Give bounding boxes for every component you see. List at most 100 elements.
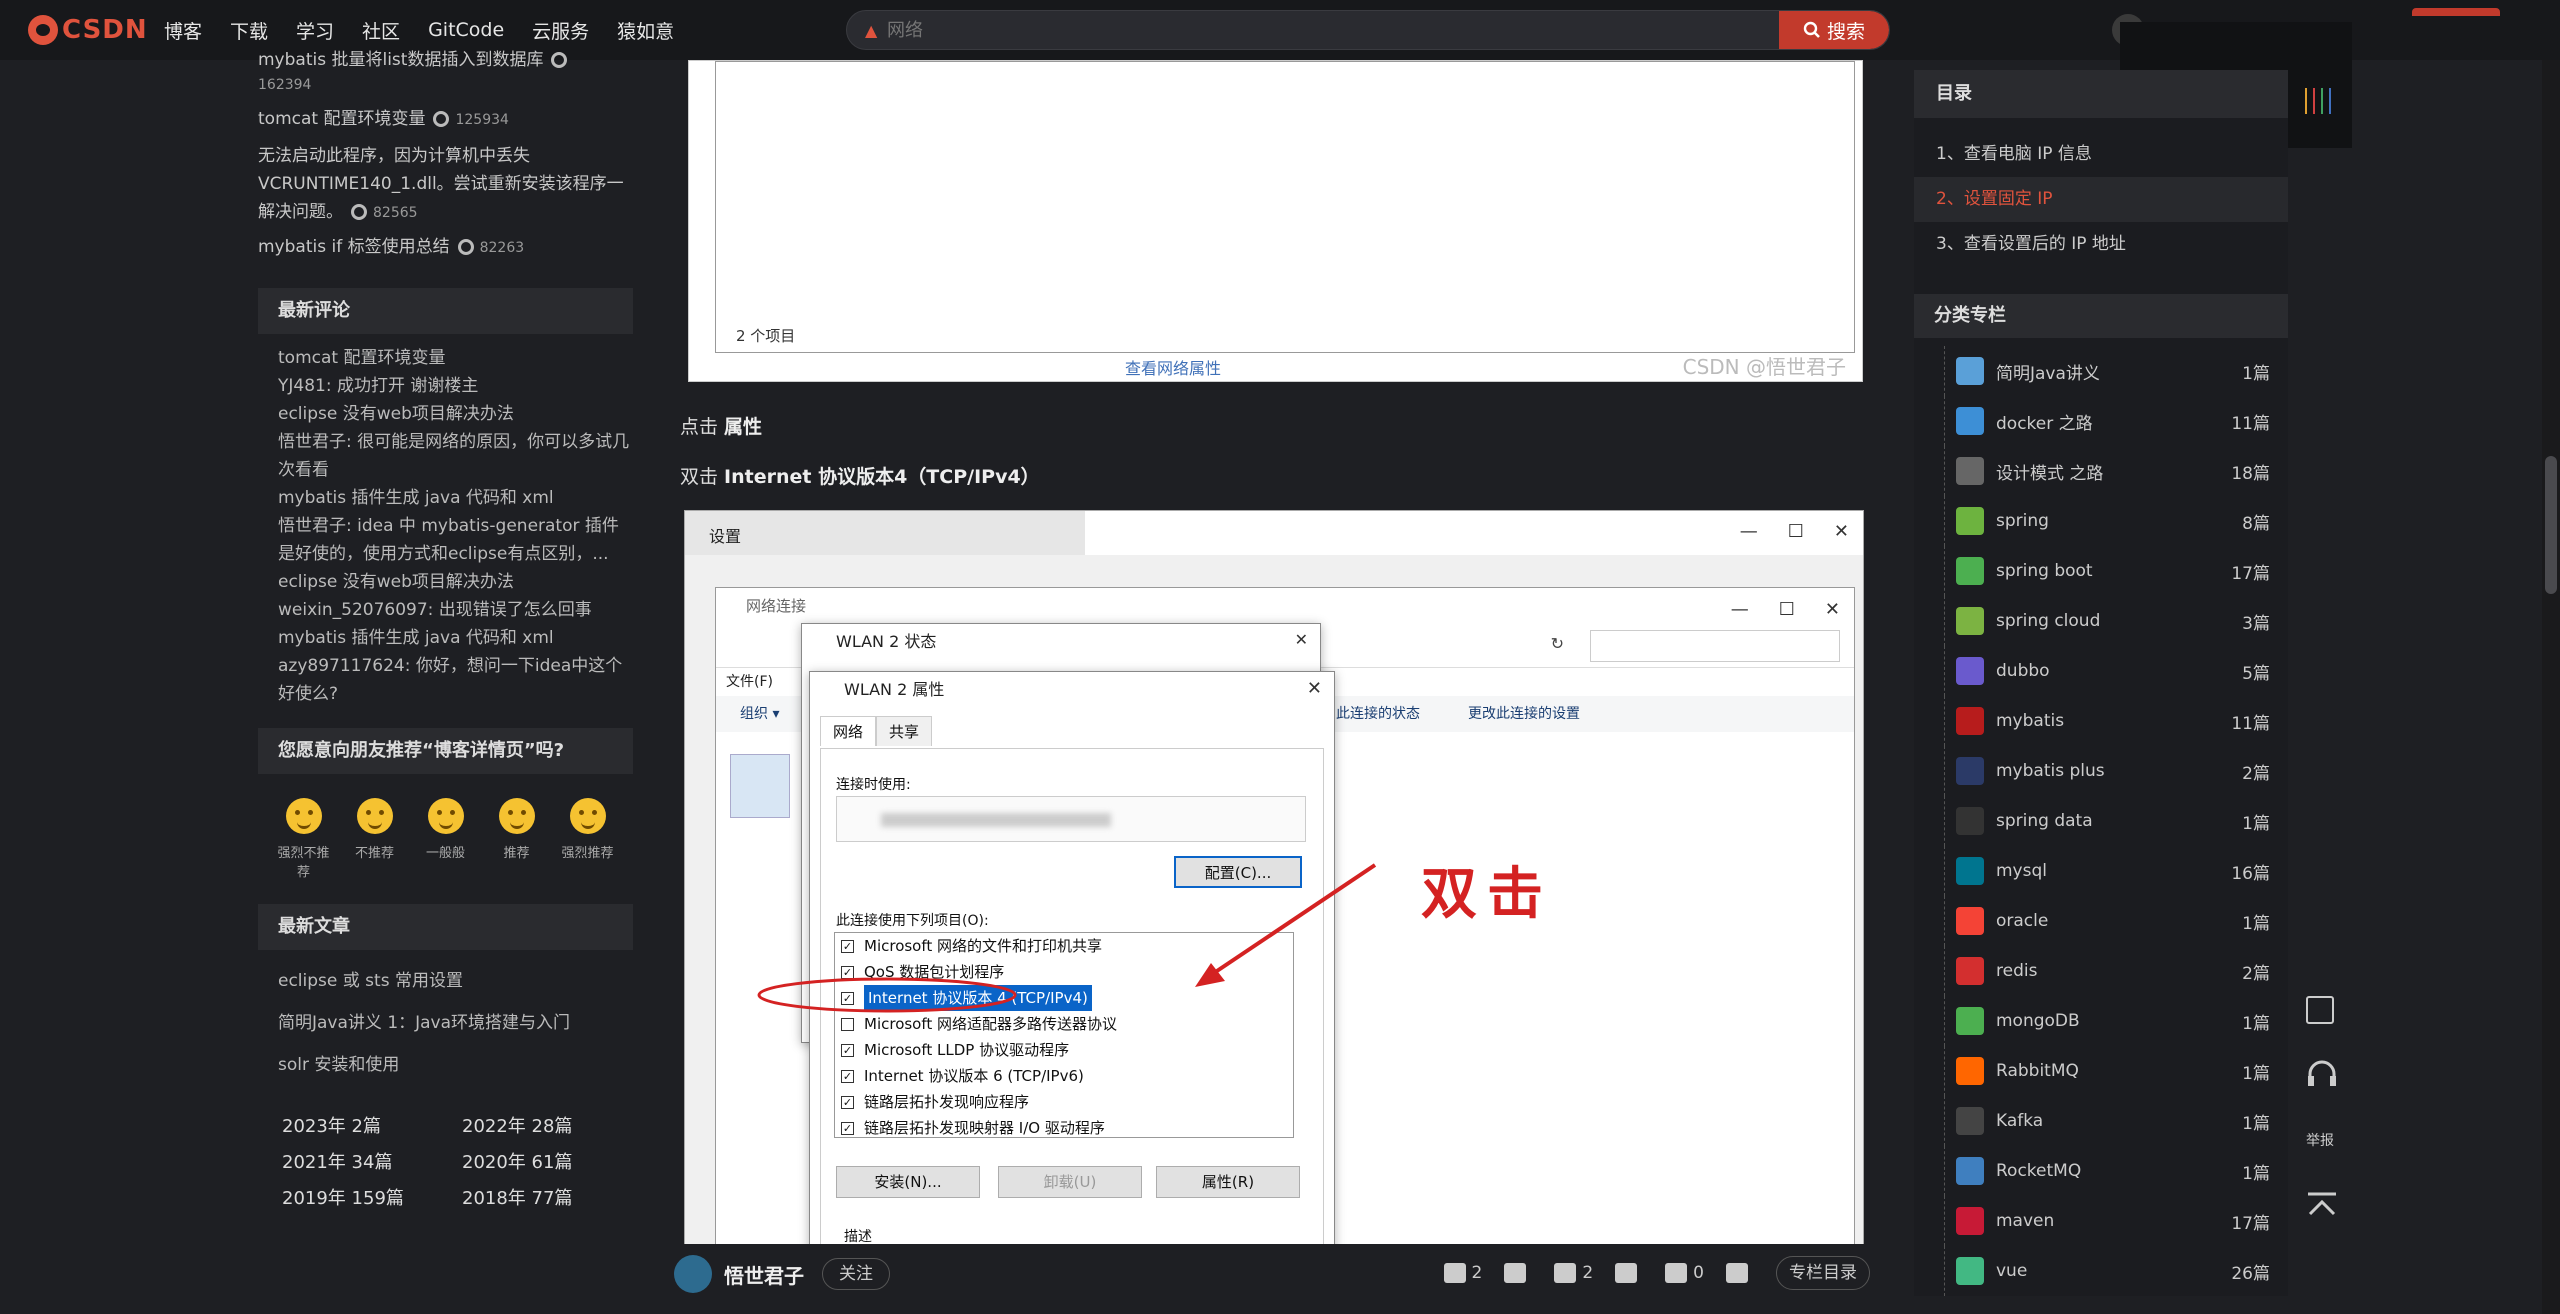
- favorite-button[interactable]: 2: [1554, 1263, 1593, 1283]
- reward-icon: [1615, 1263, 1638, 1283]
- popular-article[interactable]: mybatis 批量将list数据插入到数据库 162394: [258, 48, 633, 97]
- csdn-logo[interactable]: CSDN: [28, 14, 148, 46]
- article-title: mybatis if 标签使用总结: [258, 237, 450, 257]
- comment-item[interactable]: eclipse 没有web项目解决办法 weixin_52076097: 出现错误…: [258, 568, 633, 624]
- category-icon: [1956, 1207, 1984, 1235]
- recent-article[interactable]: 简明Java讲义 1：Java环境搭建与入门: [258, 1002, 633, 1044]
- popular-article[interactable]: 无法启动此程序，因为计算机中丢失VCRUNTIME140_1.dll。尝试重新安…: [258, 142, 633, 227]
- category-icon: [1956, 1107, 1984, 1135]
- category-item[interactable]: 设计模式 之路 18篇: [1914, 446, 2288, 496]
- category-item[interactable]: mongoDB 1篇: [1914, 996, 2288, 1046]
- category-item[interactable]: spring data 1篇: [1914, 796, 2288, 846]
- recent-article[interactable]: eclipse 或 sts 常用设置: [258, 960, 633, 1002]
- comment-text: YJ481: 成功打开 谢谢楼主: [278, 376, 479, 396]
- share-button[interactable]: [1726, 1263, 1754, 1283]
- category-item[interactable]: docker 之路 11篇: [1914, 396, 2288, 446]
- reward-button[interactable]: [1615, 1263, 1643, 1283]
- column-directory-button[interactable]: 专栏目录: [1776, 1256, 1870, 1290]
- author-avatar[interactable]: [674, 1255, 712, 1293]
- item-count: 2 个项目: [736, 327, 796, 345]
- archive-item[interactable]: 2023年 2篇: [282, 1112, 462, 1138]
- archive-item[interactable]: 2020年 61篇: [462, 1148, 642, 1174]
- nav-yuanruyi[interactable]: 猿如意: [603, 17, 688, 44]
- back-to-top-button[interactable]: [2306, 1192, 2338, 1218]
- category-name: mysql: [1996, 861, 2047, 881]
- archive-item[interactable]: 2021年 34篇: [282, 1148, 462, 1174]
- category-item[interactable]: mysql 16篇: [1914, 846, 2288, 896]
- category-item[interactable]: spring cloud 3篇: [1914, 596, 2288, 646]
- comment-item[interactable]: tomcat 配置环境变量 YJ481: 成功打开 谢谢楼主: [258, 344, 633, 400]
- category-count: 11篇: [2231, 713, 2270, 734]
- emotion-strongly-not[interactable]: 强烈不推荐: [272, 798, 336, 880]
- search-button[interactable]: 搜索: [1779, 11, 1889, 49]
- emotion-strongly-recommend[interactable]: 强烈推荐: [556, 798, 620, 880]
- category-item[interactable]: vue 26篇: [1914, 1246, 2288, 1296]
- nav-cloud[interactable]: 云服务: [518, 17, 603, 44]
- category-item[interactable]: spring 8篇: [1914, 496, 2288, 546]
- archive-item[interactable]: 2022年 28篇: [462, 1112, 642, 1138]
- toc-item[interactable]: 3、查看设置后的 IP 地址: [1914, 222, 2288, 267]
- table-of-contents: 目录 1、查看电脑 IP 信息 2、设置固定 IP 3、查看设置后的 IP 地址: [1914, 70, 2288, 300]
- scrollbar-track[interactable]: [2542, 60, 2560, 1314]
- category-count: 17篇: [2231, 563, 2270, 584]
- archive-item[interactable]: 2018年 77篇: [462, 1184, 642, 1210]
- category-icon: [1956, 1157, 1984, 1185]
- nav-gitcode[interactable]: GitCode: [414, 19, 518, 41]
- toc-item[interactable]: 1、查看电脑 IP 信息: [1914, 132, 2288, 177]
- category-name: maven: [1996, 1211, 2055, 1231]
- emotion-label: 推荐: [503, 846, 530, 861]
- report-button[interactable]: 举报: [2306, 1130, 2334, 1150]
- category-item[interactable]: RabbitMQ 1篇: [1914, 1046, 2288, 1096]
- category-count: 1篇: [2242, 1063, 2270, 1084]
- category-header: 分类专栏: [1914, 294, 2288, 338]
- toc-item-active[interactable]: 2、设置固定 IP: [1914, 177, 2288, 222]
- author-name[interactable]: 悟世君子: [724, 1260, 804, 1289]
- comment-item[interactable]: mybatis 插件生成 java 代码和 xml azy897117624: 你…: [258, 624, 633, 708]
- nav-blog[interactable]: 博客: [150, 17, 216, 44]
- category-item[interactable]: Kafka 1篇: [1914, 1096, 2288, 1146]
- comment-post: mybatis 插件生成 java 代码和 xml: [278, 488, 554, 508]
- publish-button[interactable]: [2412, 8, 2500, 16]
- category-icon: [1956, 457, 1984, 485]
- support-float-button[interactable]: [2306, 1060, 2338, 1090]
- category-item[interactable]: oracle 1篇: [1914, 896, 2288, 946]
- report-label: 举报: [2306, 1133, 2334, 1149]
- dislike-button[interactable]: [1504, 1263, 1532, 1283]
- category-item[interactable]: RocketMQ 1篇: [1914, 1146, 2288, 1196]
- category-icon: [1956, 1007, 1984, 1035]
- nav-community[interactable]: 社区: [348, 17, 414, 44]
- laugh-face-icon: [569, 798, 606, 834]
- popular-article[interactable]: tomcat 配置环境变量 125934: [258, 105, 633, 134]
- category-item[interactable]: mybatis 11篇: [1914, 696, 2288, 746]
- emotion-not[interactable]: 不推荐: [343, 798, 407, 880]
- popular-article[interactable]: mybatis if 标签使用总结 82263: [258, 233, 633, 262]
- category-item[interactable]: spring boot 17篇: [1914, 546, 2288, 596]
- emotion-neutral[interactable]: 一般般: [414, 798, 478, 880]
- nav-download[interactable]: 下载: [216, 17, 282, 44]
- eye-icon: [351, 204, 367, 220]
- archive-item[interactable]: 2019年 159篇: [282, 1184, 462, 1210]
- category-icon: [1956, 607, 1984, 635]
- comment-item[interactable]: eclipse 没有web项目解决办法 悟世君子: 很可能是网络的原因，你可以多试…: [258, 400, 633, 484]
- category-name: 简明Java讲义: [1996, 363, 2100, 384]
- search-input[interactable]: [887, 11, 1727, 49]
- category-item[interactable]: dubbo 5篇: [1914, 646, 2288, 696]
- nav-learn[interactable]: 学习: [282, 17, 348, 44]
- scrollbar-thumb[interactable]: [2545, 456, 2557, 594]
- category-item[interactable]: maven 17篇: [1914, 1196, 2288, 1246]
- comment-button[interactable]: 0: [1665, 1263, 1704, 1283]
- category-item[interactable]: redis 2篇: [1914, 946, 2288, 996]
- paragraph-click-properties: 点击 属性: [680, 412, 762, 439]
- category-item[interactable]: mybatis plus 2篇: [1914, 746, 2288, 796]
- emotion-recommend[interactable]: 推荐: [485, 798, 549, 880]
- category-item[interactable]: 简明Java讲义 1篇: [1914, 346, 2288, 396]
- category-count: 1篇: [2242, 913, 2270, 934]
- like-button[interactable]: 2: [1443, 1263, 1482, 1283]
- follow-button[interactable]: 关注: [822, 1258, 890, 1290]
- comment-text: azy897117624: 你好，想问一下idea中这个好使么?: [278, 656, 623, 704]
- recent-article[interactable]: solr 安装和使用: [258, 1044, 633, 1086]
- category-count: 1篇: [2242, 1013, 2270, 1034]
- comment-item[interactable]: mybatis 插件生成 java 代码和 xml 悟世君子: idea 中 my…: [258, 484, 633, 568]
- edit-float-button[interactable]: [2306, 996, 2334, 1024]
- category-count: 1篇: [2242, 813, 2270, 834]
